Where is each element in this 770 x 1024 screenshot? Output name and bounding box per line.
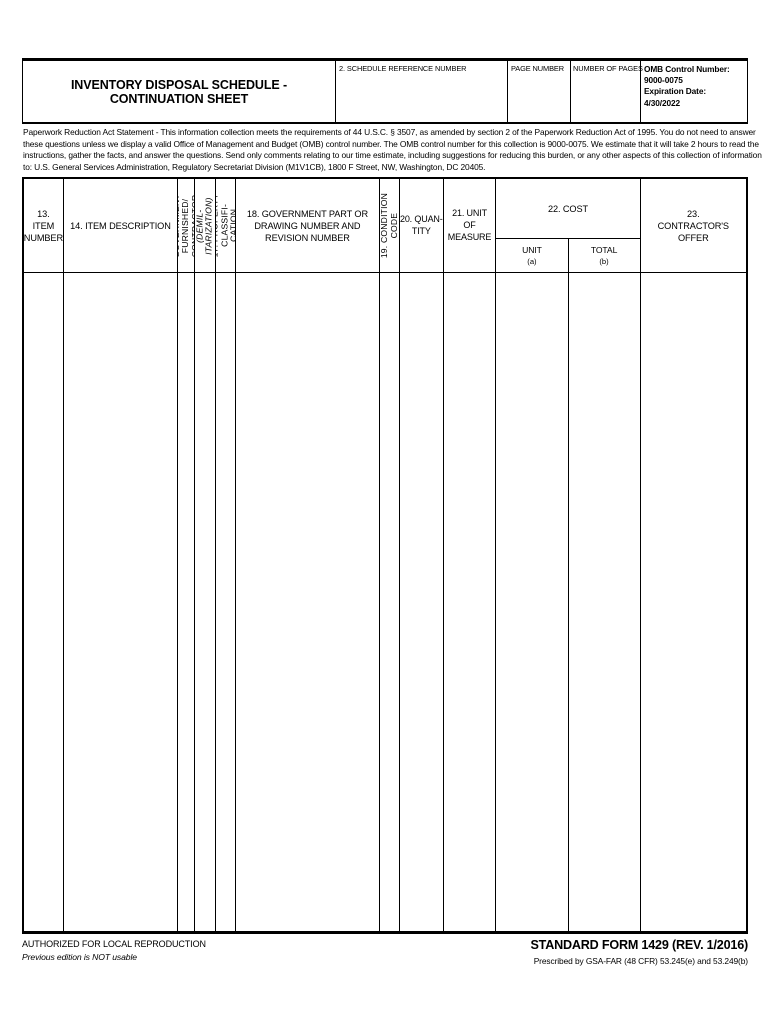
body-column-cost-unit[interactable]	[496, 273, 569, 932]
part-number-line1: 18. GOVERNMENT PART OR	[246, 208, 369, 219]
condition-code-line2: CODE	[388, 213, 399, 239]
page-number-label: PAGE NUMBER	[511, 64, 564, 73]
body-column-cost	[496, 273, 641, 932]
body-column-quantity[interactable]	[400, 273, 444, 932]
schedule-reference-number-label: 2. SCHEDULE REFERENCE NUMBER	[339, 64, 467, 73]
authorized-for-local-reproduction: AUTHORIZED FOR LOCAL REPRODUCTION	[22, 939, 206, 950]
omb-expiration-value: 4/30/2022	[644, 97, 681, 108]
form-page: INVENTORY DISPOSAL SCHEDULE - CONTINUATI…	[22, 58, 762, 968]
column-header-cost-total: TOTAL (b)	[569, 239, 640, 272]
part-number-line2: DRAWING NUMBER AND	[254, 220, 361, 231]
column-header-cost-unit: UNIT (a)	[496, 239, 569, 273]
omb-control-number-label: OMB Control Number:	[644, 64, 730, 74]
column-header-contractors-offer: 23. CONTRACTOR'S OFFER	[641, 179, 746, 272]
form-title-cell: INVENTORY DISPOSAL SCHEDULE - CONTINUATI…	[23, 61, 336, 122]
quantity-line2: TITY	[411, 225, 431, 236]
form-header-block: INVENTORY DISPOSAL SCHEDULE - CONTINUATI…	[22, 58, 748, 124]
body-column-property-classification[interactable]	[216, 273, 236, 932]
cost-total-name: TOTAL	[590, 245, 618, 256]
omb-expiration-label: Expiration Date:	[644, 86, 707, 97]
contractors-offer-line1: CONTRACTOR'S	[657, 220, 729, 231]
schedule-reference-number-field[interactable]: 2. SCHEDULE REFERENCE NUMBER	[336, 61, 508, 122]
column-header-unit-of-measure: 21. UNIT OF MEASURE	[444, 179, 497, 273]
cost-total-key: (b)	[599, 257, 609, 267]
column-header-item-description: 14. ITEM DESCRIPTION	[64, 179, 179, 273]
column-header-government-part-or-drawing-number: 18. GOVERNMENT PART OR DRAWING NUMBER AN…	[236, 179, 381, 273]
body-column-government-furnished-contractor-acquired[interactable]	[178, 273, 196, 932]
cost-group-label-cell: 22. COST	[496, 179, 640, 240]
pra-line-3: instructions, gather the facts, and answ…	[23, 150, 762, 161]
column-header-quantity: 20. QUAN- TITY	[399, 179, 444, 273]
contractors-offer-num: 23.	[687, 208, 700, 219]
column-header-item-number: 13. ITEM NUMBER	[24, 179, 64, 273]
form-footer: AUTHORIZED FOR LOCAL REPRODUCTION Previo…	[22, 934, 748, 968]
cost-subheader-row: UNIT (a) TOTAL (b)	[496, 239, 640, 273]
body-column-item-description[interactable]	[64, 273, 179, 932]
unit-of-measure-line3: MEASURE	[447, 231, 492, 242]
omb-control-number-value: 9000-0075	[644, 75, 683, 86]
body-column-unit-of-measure[interactable]	[444, 273, 497, 932]
item-number-line1: ITEM	[32, 220, 55, 231]
page-title: INVENTORY DISPOSAL SCHEDULE - CONTINUATI…	[70, 77, 288, 106]
pra-line-2: these questions unless we display a vali…	[23, 138, 759, 149]
number-of-pages-field[interactable]: NUMBER OF PAGES	[571, 61, 643, 122]
column-header-property-classification: 17. PROPERTY CLASSIFI- CATION	[216, 179, 236, 273]
footer-right-block: STANDARD FORM 1429 (REV. 1/2016) Prescri…	[530, 938, 748, 968]
omb-control-block: OMB Control Number: 9000-0075 Expiration…	[641, 61, 747, 122]
body-column-cost-total[interactable]	[569, 273, 640, 931]
pra-line-1: Paperwork Reduction Act Statement - This…	[23, 127, 756, 137]
page-number-field[interactable]: PAGE NUMBER	[508, 61, 571, 122]
column-header-cost: 22. COST UNIT (a) TOTAL (b)	[496, 179, 641, 273]
cost-label: 22. COST	[547, 203, 589, 214]
pra-line-4: to: U.S. General Services Administration…	[23, 161, 486, 172]
item-number-num: 13.	[37, 208, 50, 219]
prescribed-by: Prescribed by GSA-FAR (48 CFR) 53.245(e)…	[533, 956, 748, 967]
body-column-item-number[interactable]	[24, 273, 64, 932]
unit-of-measure-line1: 21. UNIT	[452, 208, 487, 219]
table-body	[24, 273, 746, 932]
cost-unit-name: UNIT	[522, 245, 542, 256]
inventory-table: 13. ITEM NUMBER 14. ITEM DESCRIPTION 15.…	[22, 179, 748, 935]
table-header-row: 13. ITEM NUMBER 14. ITEM DESCRIPTION 15.…	[24, 179, 746, 274]
column-header-demilitarization-code: 16. DML (DEMIL- ITARIZATION) CODE	[195, 179, 216, 273]
cost-unit-key: (a)	[527, 257, 537, 267]
paperwork-reduction-act-statement: Paperwork Reduction Act Statement - This…	[22, 124, 762, 180]
body-column-demilitarization-code[interactable]	[195, 273, 216, 932]
body-column-government-part-or-drawing-number[interactable]	[236, 273, 381, 932]
unit-of-measure-line2: OF	[463, 220, 476, 231]
part-number-line3: REVISION NUMBER	[265, 232, 350, 243]
form-designation: STANDARD FORM 1429 (REV. 1/2016)	[530, 938, 748, 953]
contractors-offer-line2: OFFER	[677, 232, 709, 243]
item-number-line2: NUMBER	[24, 232, 63, 243]
item-description-label: 14. ITEM DESCRIPTION	[70, 220, 171, 231]
body-column-condition-code[interactable]	[380, 273, 400, 932]
body-column-contractors-offer[interactable]	[641, 273, 746, 931]
previous-edition-note: Previous edition is NOT usable	[22, 952, 137, 963]
footer-left-block: AUTHORIZED FOR LOCAL REPRODUCTION Previo…	[22, 938, 206, 964]
quantity-line1: 20. QUAN-	[399, 214, 443, 225]
number-of-pages-label: NUMBER OF PAGES	[573, 64, 643, 73]
column-header-government-furnished-contractor-acquired: 15. GOVERNMENT FURNISHED/ CONTRACTOR ACQ…	[178, 179, 196, 273]
column-header-condition-code: 19. CONDITION CODE	[380, 179, 400, 273]
